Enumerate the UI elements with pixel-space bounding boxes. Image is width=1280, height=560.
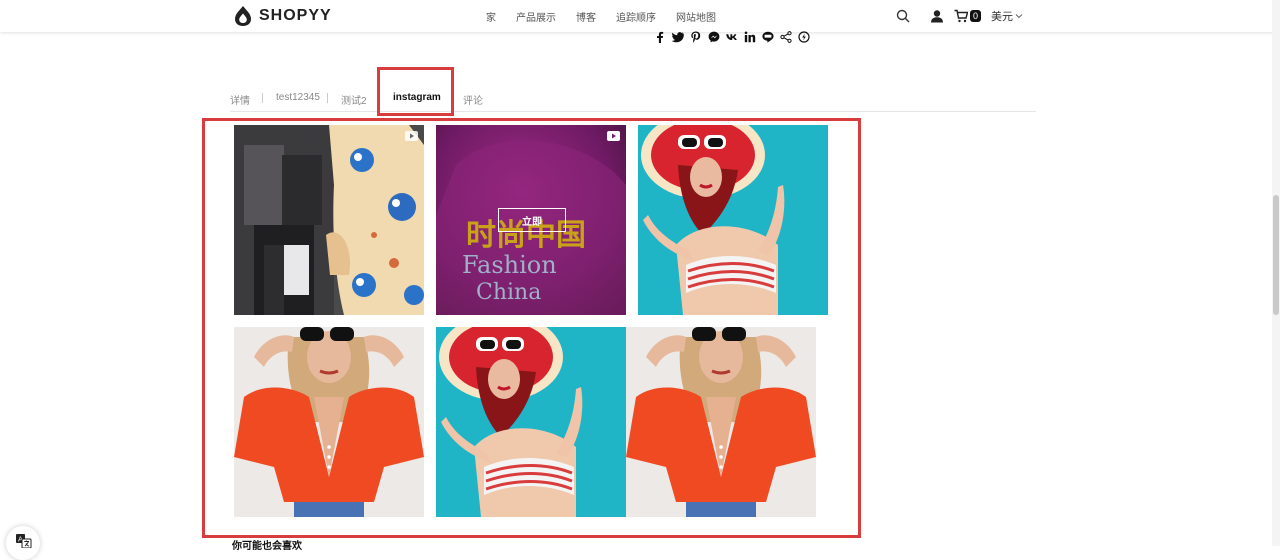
chevron-down-icon[interactable] <box>1015 12 1023 20</box>
main-nav: 家 产品展示 博客 追踪顺序 网站地图 <box>486 9 736 24</box>
product-tabs: 详情 test12345 测试2 instagram 评论 <box>230 86 1036 112</box>
vk-icon[interactable] <box>726 31 738 43</box>
site-header: SHOPYY 家 产品展示 博客 追踪顺序 网站地图 0 美元 <box>0 0 1280 32</box>
tab-test12345[interactable]: test12345 <box>276 92 320 103</box>
twitter-icon[interactable] <box>672 31 684 43</box>
nav-item-blog[interactable]: 博客 <box>576 9 596 24</box>
messenger-icon[interactable] <box>708 31 720 43</box>
logo-flame-icon <box>235 6 251 26</box>
cart-count-badge[interactable]: 0 <box>970 10 982 22</box>
scrollbar-thumb[interactable] <box>1273 195 1279 315</box>
highlight-box-tab <box>377 67 454 116</box>
nav-item-home[interactable]: 家 <box>486 9 496 24</box>
search-icon[interactable] <box>896 9 910 23</box>
share-bar <box>654 31 810 43</box>
line-icon[interactable] <box>762 31 774 43</box>
logo-text: SHOPYY <box>259 7 332 24</box>
tab-test2[interactable]: 测试2 <box>341 92 367 107</box>
nav-item-track-order[interactable]: 追踪顺序 <box>616 9 656 24</box>
tab-reviews[interactable]: 评论 <box>463 92 483 107</box>
header-actions: 0 美元 <box>896 7 1023 25</box>
tab-details[interactable]: 详情 <box>230 92 250 107</box>
logo[interactable]: SHOPYY <box>232 3 332 29</box>
tab-divider <box>327 93 328 103</box>
facebook-icon[interactable] <box>654 31 666 43</box>
cart-icon[interactable] <box>954 9 968 23</box>
pinterest-icon[interactable] <box>690 31 702 43</box>
tab-divider <box>262 93 263 103</box>
nav-item-products[interactable]: 产品展示 <box>516 9 556 24</box>
share-icon[interactable] <box>780 31 792 43</box>
currency-selector[interactable]: 美元 <box>991 8 1013 24</box>
translate-button[interactable]: A <box>6 526 40 560</box>
section-title-also-like: 你可能也会喜欢 <box>232 541 302 552</box>
nav-item-sitemap[interactable]: 网站地图 <box>676 9 716 24</box>
linkedin-icon[interactable] <box>744 31 756 43</box>
user-icon[interactable] <box>930 9 944 23</box>
highlight-box-grid <box>202 118 861 538</box>
more-icon[interactable] <box>798 31 810 43</box>
